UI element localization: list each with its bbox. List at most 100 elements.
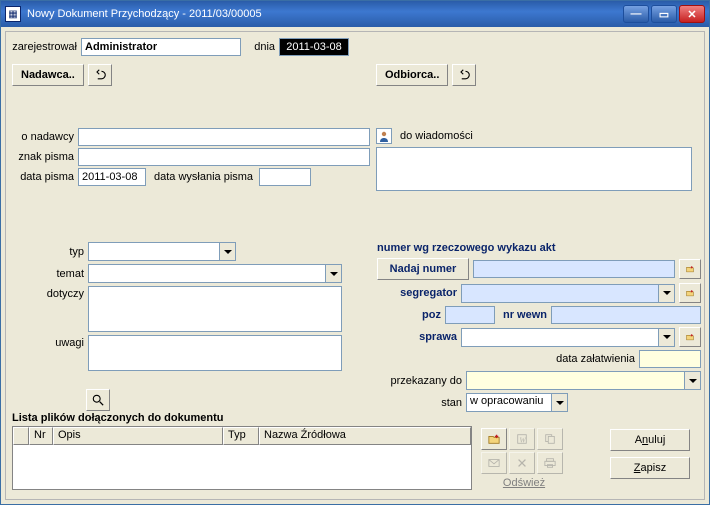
sender-sign-field[interactable] bbox=[78, 148, 370, 166]
settle-date-field[interactable] bbox=[639, 350, 701, 368]
recipient-group-head: Odbiorca.. bbox=[376, 64, 692, 86]
assign-number-button[interactable]: Nadaj numer bbox=[377, 258, 469, 280]
header-row: zarejestrował dnia bbox=[12, 38, 698, 56]
chevron-down-icon bbox=[325, 265, 341, 282]
binder-value bbox=[462, 285, 658, 302]
file-edit-button[interactable]: W bbox=[509, 428, 535, 450]
person-icon bbox=[376, 128, 392, 144]
state-label: stan bbox=[377, 397, 462, 409]
cc-label: do wiadomości bbox=[396, 130, 473, 142]
right-mid: numer wg rzeczowego wykazu akt Nadaj num… bbox=[377, 242, 701, 415]
subject-combo[interactable] bbox=[88, 264, 342, 283]
binder-add-button[interactable] bbox=[679, 283, 701, 303]
recipient-undo-button[interactable] bbox=[452, 64, 476, 86]
files-table[interactable]: Nr Opis Typ Nazwa Źródłowa bbox=[12, 426, 472, 490]
window-frame: ▦ Nowy Dokument Przychodzący - 2011/03/0… bbox=[0, 0, 710, 505]
sender-open-button[interactable]: Nadawca.. bbox=[12, 64, 84, 86]
internal-no-label: nr wewn bbox=[499, 309, 547, 321]
svg-text:W: W bbox=[519, 435, 526, 444]
case-add-button[interactable] bbox=[679, 327, 701, 347]
copy-icon bbox=[544, 432, 556, 446]
date-field[interactable] bbox=[279, 38, 349, 56]
file-mail-button[interactable] bbox=[481, 452, 507, 474]
sender-about-label: o nadawcy bbox=[12, 131, 74, 143]
undo-icon bbox=[94, 69, 106, 81]
concerns-field[interactable] bbox=[88, 286, 342, 332]
files-section: Lista plików dołączonych do dokumentu Nr… bbox=[12, 412, 472, 490]
case-combo[interactable] bbox=[461, 328, 675, 347]
internal-no-field[interactable] bbox=[551, 306, 701, 324]
file-copy-button[interactable] bbox=[537, 428, 563, 450]
folder-plus-icon bbox=[686, 286, 694, 300]
sender-letter-date-label: data pisma bbox=[12, 171, 74, 183]
recipient-open-button[interactable]: Odbiorca.. bbox=[376, 64, 448, 86]
type-value bbox=[89, 243, 219, 260]
rwak-section-title: numer wg rzeczowego wykazu akt bbox=[377, 242, 701, 254]
search-button[interactable] bbox=[86, 389, 110, 411]
action-buttons: Anuluj Zapisz bbox=[610, 429, 690, 479]
files-header: Nr Opis Typ Nazwa Źródłowa bbox=[13, 427, 471, 445]
close-button[interactable]: ✕ bbox=[679, 5, 705, 23]
sender-letter-date-field[interactable] bbox=[78, 168, 146, 186]
concerns-label: dotyczy bbox=[12, 286, 84, 300]
save-button[interactable]: Zapisz bbox=[610, 457, 690, 479]
chevron-down-icon bbox=[658, 285, 674, 302]
sender-sent-date-field[interactable] bbox=[259, 168, 311, 186]
binder-label: segregator bbox=[377, 287, 457, 299]
forwarded-value bbox=[467, 372, 684, 389]
client-area: zarejestrował dnia Nadawca.. o nadawcy z… bbox=[5, 31, 705, 500]
file-delete-button[interactable] bbox=[509, 452, 535, 474]
sender-about-field[interactable] bbox=[78, 128, 370, 146]
window-buttons: — ▭ ✕ bbox=[623, 5, 705, 23]
files-title: Lista plików dołączonych do dokumentu bbox=[12, 412, 472, 424]
registered-by-field[interactable] bbox=[81, 38, 241, 56]
word-icon: W bbox=[516, 432, 528, 446]
number-field[interactable] bbox=[473, 260, 675, 278]
sender-sign-label: znak pisma bbox=[12, 151, 74, 163]
settle-date-label: data załatwienia bbox=[556, 353, 635, 365]
remarks-field[interactable] bbox=[88, 335, 342, 371]
file-print-button[interactable] bbox=[537, 452, 563, 474]
col-desc[interactable]: Opis bbox=[53, 427, 223, 445]
subject-label: temat bbox=[12, 268, 84, 280]
print-icon bbox=[544, 456, 556, 470]
undo-icon bbox=[458, 69, 470, 81]
mail-icon bbox=[488, 456, 500, 470]
col-source[interactable]: Nazwa Źródłowa bbox=[259, 427, 471, 445]
type-label: typ bbox=[12, 246, 84, 258]
recipient-group: Odbiorca.. do wiadomości bbox=[376, 64, 692, 204]
col-type[interactable]: Typ bbox=[223, 427, 259, 445]
chevron-down-icon bbox=[684, 372, 700, 389]
type-combo[interactable] bbox=[88, 242, 236, 261]
minimize-button[interactable]: — bbox=[623, 5, 649, 23]
subject-value bbox=[89, 265, 325, 282]
number-add-button[interactable] bbox=[679, 259, 701, 279]
refresh-link[interactable]: Odśwież bbox=[481, 477, 567, 489]
col-nr[interactable]: Nr bbox=[29, 427, 53, 445]
forwarded-combo[interactable] bbox=[466, 371, 701, 390]
binder-combo[interactable] bbox=[461, 284, 675, 303]
folder-plus-icon bbox=[686, 330, 694, 344]
case-label: sprawa bbox=[377, 331, 457, 343]
sender-group: Nadawca.. o nadawcy znak pisma data pism… bbox=[12, 64, 370, 204]
pos-label: poz bbox=[377, 309, 441, 321]
date-label: dnia bbox=[245, 41, 275, 53]
delete-icon bbox=[516, 456, 528, 470]
folder-plus-icon bbox=[488, 432, 500, 446]
chevron-down-icon bbox=[658, 329, 674, 346]
sender-sent-date-label: data wysłania pisma bbox=[150, 171, 255, 183]
sender-form: o nadawcy znak pisma data pisma data wys… bbox=[12, 128, 370, 186]
maximize-button[interactable]: ▭ bbox=[651, 5, 677, 23]
pos-field[interactable] bbox=[445, 306, 495, 324]
sender-undo-button[interactable] bbox=[88, 64, 112, 86]
cc-field[interactable] bbox=[376, 147, 692, 191]
file-add-button[interactable] bbox=[481, 428, 507, 450]
titlebar: ▦ Nowy Dokument Przychodzący - 2011/03/0… bbox=[1, 1, 709, 27]
cancel-button[interactable]: Anuluj bbox=[610, 429, 690, 451]
chevron-down-icon bbox=[219, 243, 235, 260]
state-combo[interactable]: w opracowaniu bbox=[466, 393, 568, 412]
forwarded-label: przekazany do bbox=[377, 375, 462, 387]
search-icon bbox=[92, 394, 104, 406]
file-toolbar: W Odśwież bbox=[481, 428, 567, 489]
row-selector-header bbox=[13, 427, 29, 445]
